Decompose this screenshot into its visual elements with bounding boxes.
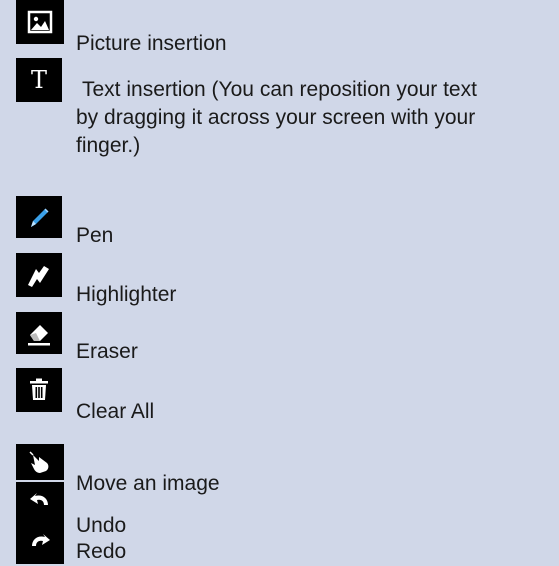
list-item-undo: Undo (16, 482, 551, 537)
list-item-clear-all: Clear All (16, 368, 551, 424)
list-item-text: T Text insertion (You can reposition you… (16, 58, 551, 158)
highlighter-icon (16, 253, 62, 297)
list-item-highlighter: Highlighter (16, 253, 551, 309)
eraser-icon (16, 312, 62, 354)
item-label: Eraser (76, 340, 138, 363)
undo-icon (16, 482, 64, 522)
picture-icon (16, 0, 64, 44)
list-item-redo: Redo (16, 522, 551, 564)
item-label: Text insertion (You can reposition your … (76, 76, 551, 160)
item-label-line-1: Text insertion (You can reposition your … (82, 78, 477, 101)
item-label: Pen (76, 224, 114, 247)
item-label: Picture insertion (76, 32, 227, 55)
item-label-line-3: finger.) (76, 134, 141, 157)
item-label: Redo (76, 540, 127, 563)
pen-icon (16, 196, 62, 238)
text-icon: T (16, 58, 62, 102)
move-hand-icon (16, 444, 64, 480)
list-item-pen: Pen (16, 196, 551, 252)
redo-icon (16, 522, 64, 564)
trash-icon (16, 368, 62, 412)
list-item-picture: Picture insertion (16, 0, 551, 56)
item-label-line-2: by dragging it across your screen with y… (76, 106, 476, 129)
item-label: Clear All (76, 400, 155, 423)
svg-text:T: T (31, 66, 47, 94)
item-label: Highlighter (76, 283, 177, 306)
list-item-eraser: Eraser (16, 312, 551, 368)
